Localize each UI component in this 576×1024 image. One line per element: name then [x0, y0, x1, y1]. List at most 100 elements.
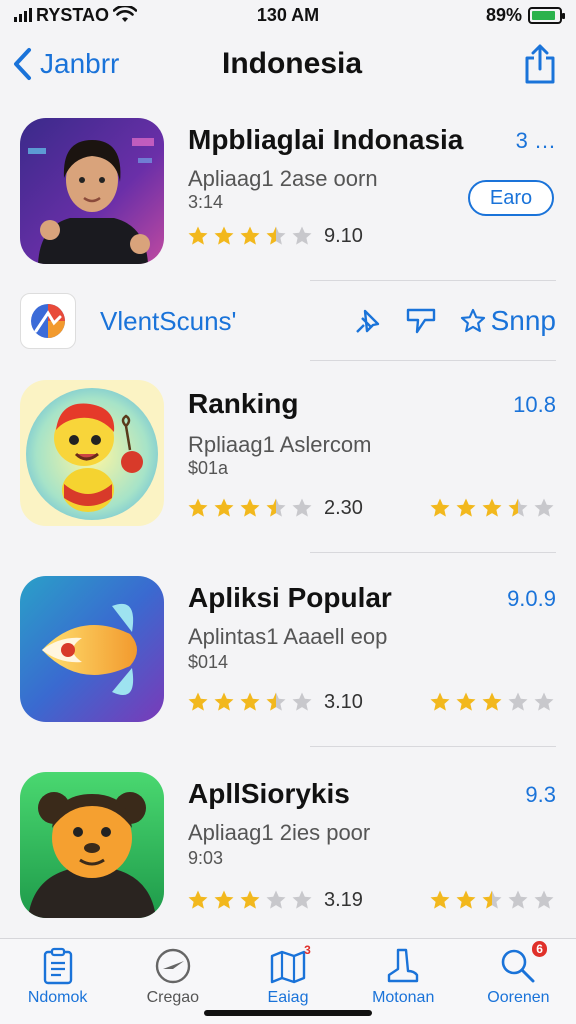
signal-icon	[14, 8, 32, 22]
star-icon	[188, 692, 208, 711]
app-list-item[interactable]: Ranking Rpliaag1 Aslercom $01a 2.30 10.8	[20, 380, 556, 528]
app-icon-ranking	[20, 380, 164, 526]
boot-icon	[388, 948, 419, 983]
rating-value: 3.10	[324, 690, 363, 713]
map-icon	[270, 950, 306, 984]
star-outline-icon	[460, 308, 485, 333]
app-name: Ranking	[188, 388, 299, 419]
star-icon	[508, 498, 528, 517]
featured-more[interactable]: 3 …	[516, 128, 556, 154]
home-indicator[interactable]	[204, 1010, 372, 1016]
star-icon	[482, 498, 502, 517]
promo-row: VlentScuns' Snnp	[20, 292, 556, 350]
app-name: ApllSiorykis	[188, 778, 350, 809]
star-icon	[214, 498, 234, 517]
star-rating	[186, 496, 314, 520]
app-list-item[interactable]: ApllSiorykis Apliaag1 2ies poor 9:03 3.1…	[20, 772, 556, 918]
promo-label[interactable]: VlentScuns'	[100, 306, 237, 337]
star-icon	[240, 498, 260, 517]
star-icon	[456, 890, 476, 909]
app-rating: 2.30	[186, 496, 363, 520]
share-button[interactable]	[524, 44, 556, 89]
star-icon	[240, 890, 260, 909]
star-icon	[534, 890, 554, 909]
app-list-item[interactable]: Apliksi Popular Aplintas1 Aaaell eop $01…	[20, 576, 556, 722]
divider	[310, 280, 556, 281]
compass-icon	[155, 948, 190, 984]
page-title: Indonesia	[222, 47, 363, 80]
divider	[310, 360, 556, 361]
tab-label: Eaiag	[267, 989, 309, 1006]
tab-label: Ndomok	[27, 989, 88, 1006]
star-icon	[292, 692, 312, 711]
featured-app-icon	[20, 118, 164, 264]
star-icon	[508, 890, 528, 909]
star-icon	[266, 226, 286, 245]
star-icon	[188, 498, 208, 517]
message-icon[interactable]	[405, 306, 437, 336]
tab-badge: 3	[304, 943, 311, 957]
app-subtitle: Apliaag1 2ies poor	[188, 820, 371, 845]
back-button[interactable]: Janbrr	[12, 47, 119, 81]
star-icon	[188, 226, 208, 245]
app-icon-popular	[20, 576, 164, 722]
battery-icon	[528, 6, 565, 24]
tab-ndomok[interactable]: Ndomok	[0, 939, 115, 1024]
star-icon	[292, 226, 312, 245]
app-price: $014	[188, 652, 229, 672]
star-icon	[482, 692, 502, 711]
app-rating: 3.19	[186, 888, 363, 912]
star-icon	[456, 498, 476, 517]
pin-icon[interactable]	[353, 306, 383, 336]
battery-percent: 89%	[485, 4, 522, 25]
star-icon	[292, 498, 312, 517]
featured-app-price: 3:14	[188, 192, 224, 212]
tab-badge: 6	[532, 941, 547, 957]
promo-actions: Snnp	[353, 305, 556, 337]
tab-oorenen[interactable]: 6 Oorenen	[461, 939, 576, 1024]
star-icon	[240, 692, 260, 711]
battery-fill	[532, 10, 556, 20]
tab-label: Cregao	[146, 989, 200, 1006]
tab-label: Motonan	[372, 989, 435, 1006]
get-button[interactable]: Earo	[468, 180, 554, 216]
star-icon	[188, 890, 208, 909]
back-label: Janbrr	[40, 48, 120, 79]
app-price: $01a	[188, 458, 229, 478]
star-icon	[534, 692, 554, 711]
star-icon	[240, 226, 260, 245]
rating-value: 2.30	[324, 496, 363, 519]
status-bar: RYSTAO 130 AM 89%	[0, 0, 576, 30]
star-icon	[456, 692, 476, 711]
snap-label: Snnp	[490, 305, 556, 336]
star-icon	[534, 498, 554, 517]
share-icon	[525, 44, 555, 84]
clipboard-icon	[43, 947, 72, 985]
star-icon	[292, 890, 312, 909]
star-icon	[482, 890, 502, 909]
chevron-left-icon	[14, 48, 31, 80]
star-rating	[186, 690, 314, 714]
star-icon	[214, 890, 234, 909]
star-icon	[266, 498, 286, 517]
carrier-label: RYSTAO	[36, 4, 110, 25]
right-star-rating	[428, 888, 556, 912]
star-icon	[266, 692, 286, 711]
star-icon	[430, 890, 450, 909]
star-icon	[266, 890, 286, 909]
nav-bar: Janbrr Indonesia	[0, 36, 576, 92]
search-icon	[502, 949, 535, 983]
app-rating: 3.10	[186, 690, 363, 714]
divider	[310, 552, 556, 553]
app-icon-story	[20, 772, 164, 918]
promo-logo-icon	[20, 293, 76, 349]
star-icon	[214, 692, 234, 711]
app-right-value: 9.0.9	[507, 586, 556, 611]
snap-action[interactable]: Snnp	[459, 305, 556, 337]
star-icon	[430, 692, 450, 711]
status-right: 89%	[485, 4, 565, 26]
app-subtitle: Aplintas1 Aaaell eop	[188, 624, 388, 649]
star-icon	[508, 692, 528, 711]
right-star-rating	[428, 496, 556, 520]
app-subtitle: Rpliaag1 Aslercom	[188, 432, 372, 457]
